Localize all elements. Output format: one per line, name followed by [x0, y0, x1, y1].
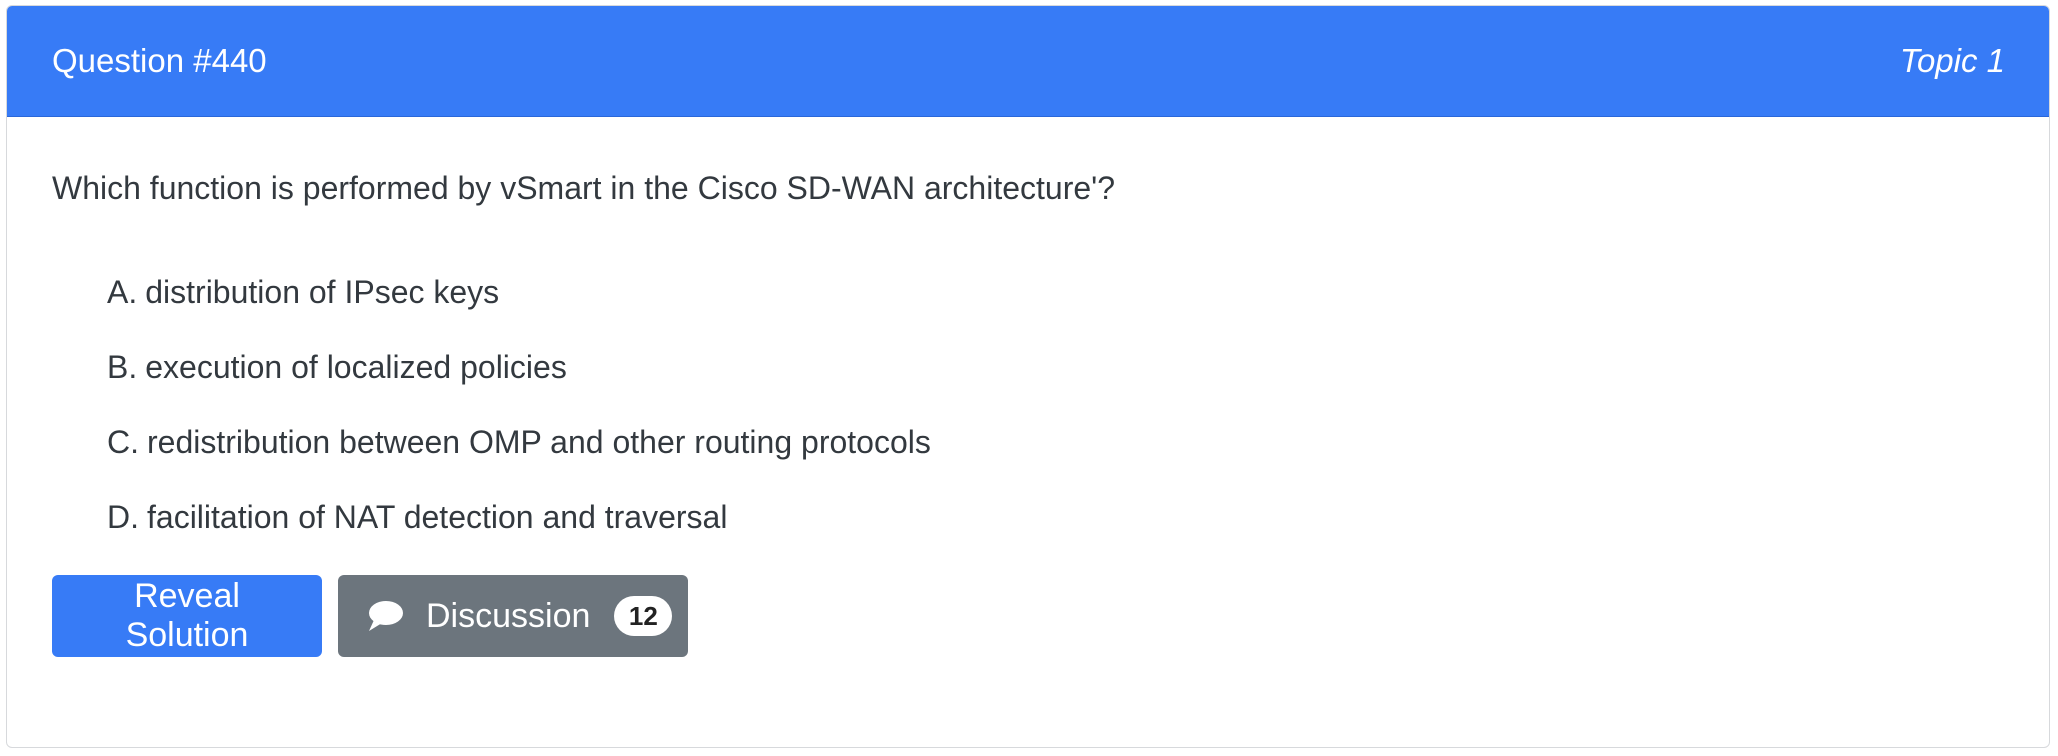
topic-label: Topic 1 — [1899, 42, 2005, 79]
choice-d[interactable]: D. facilitation of NAT detection and trav… — [107, 498, 2004, 573]
choice-letter: B. — [107, 349, 138, 385]
choice-c[interactable]: C. redistribution between OMP and other r… — [107, 423, 2004, 498]
action-bar: Reveal Solution Discussion 12 — [52, 575, 2004, 657]
choices-list: A. distribution of IPsec keys B. execution… — [52, 273, 2004, 573]
question-number: Question #440 — [52, 42, 267, 79]
discussion-label: Discussion — [426, 596, 591, 635]
discussion-count-badge: 12 — [614, 596, 673, 636]
choice-letter: A. — [107, 274, 138, 310]
choice-letter: D. — [107, 499, 139, 535]
choice-text: facilitation of NAT detection and traver… — [147, 499, 728, 535]
reveal-solution-label: Reveal Solution — [125, 577, 249, 654]
choice-a[interactable]: A. distribution of IPsec keys — [107, 273, 2004, 348]
choice-text: execution of localized policies — [145, 349, 567, 385]
choice-b[interactable]: B. execution of localized policies — [107, 348, 2004, 423]
choice-text: redistribution between OMP and other rou… — [147, 424, 931, 460]
choice-text: distribution of IPsec keys — [145, 274, 500, 310]
discussion-button[interactable]: Discussion 12 — [338, 575, 688, 657]
comment-icon — [366, 599, 404, 633]
question-text: Which function is performed by vSmart in… — [52, 170, 1116, 206]
reveal-solution-button[interactable]: Reveal Solution — [52, 575, 322, 657]
question-card: Question #440 Topic 1 Which function is … — [6, 5, 2050, 748]
card-body: Which function is performed by vSmart in… — [7, 169, 2049, 657]
card-header: Question #440 Topic 1 — [7, 6, 2049, 117]
choice-letter: C. — [107, 424, 139, 460]
